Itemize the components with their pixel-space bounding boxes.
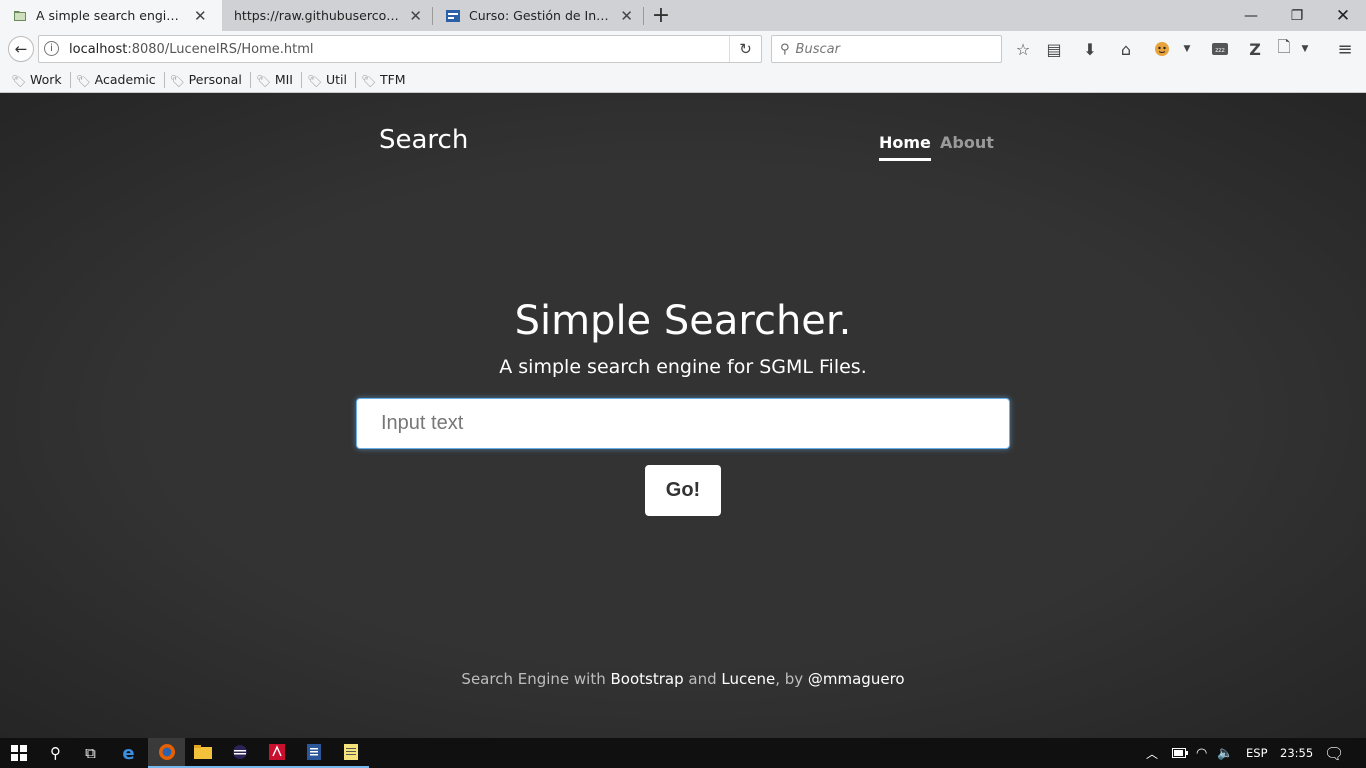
tab-search-engine[interactable]: A simple search engine with ✕ <box>0 0 222 31</box>
word-icon[interactable] <box>295 738 332 768</box>
bookmark-mii[interactable]: 🏷 MII <box>253 70 299 90</box>
page-heading: Simple Searcher. <box>514 298 852 344</box>
tab-title: Curso: Gestión de Informaci <box>469 8 612 23</box>
eclipse-icon[interactable] <box>221 738 258 768</box>
page-content: Search Home About Simple Searcher. A sim… <box>0 93 1366 738</box>
acrobat-icon[interactable] <box>258 738 295 768</box>
chevron-down-icon[interactable]: ▼ <box>1296 38 1314 60</box>
firefox-icon[interactable] <box>148 738 185 768</box>
search-placeholder: Buscar <box>795 41 840 57</box>
bookmark-academic[interactable]: 🏷 Academic <box>73 70 162 90</box>
file-explorer-icon[interactable] <box>184 738 221 768</box>
page-icon[interactable]: 🗋 <box>1272 37 1296 60</box>
tag-icon: 🏷 <box>75 73 91 88</box>
book-icon <box>12 8 28 24</box>
tag-icon: 🏷 <box>11 73 27 88</box>
tag-icon: 🏷 <box>169 73 185 88</box>
search-input[interactable]: Input text <box>356 398 1010 449</box>
author-link[interactable]: @mmaguero <box>808 670 905 688</box>
tab-curso[interactable]: Curso: Gestión de Informaci ✕ <box>433 0 643 31</box>
volume-icon[interactable]: 🔈 <box>1217 738 1233 768</box>
sleep-tab-icon[interactable]: zzz <box>1208 38 1232 60</box>
tray-chevron-up-icon[interactable]: ︿ <box>1146 738 1158 768</box>
minimize-button[interactable]: — <box>1228 0 1274 31</box>
bookmarks-toolbar: 🏷 Work 🏷 Academic 🏷 Personal 🏷 MII 🏷 Util 🏷 TF… <box>0 67 1366 93</box>
bookmark-work[interactable]: 🏷 Work <box>8 70 68 90</box>
info-icon[interactable]: i <box>44 41 59 56</box>
extension-face-icon[interactable] <box>1150 38 1174 60</box>
back-arrow-icon: ← <box>14 40 28 58</box>
search-bar[interactable]: ⚲ Buscar <box>771 35 1002 63</box>
zotero-icon[interactable]: Z <box>1243 38 1267 60</box>
site-brand[interactable]: Search <box>379 125 468 155</box>
new-tab-button[interactable]: + <box>644 0 678 31</box>
battery-icon[interactable] <box>1172 738 1188 768</box>
tag-icon: 🏷 <box>360 73 377 88</box>
edge-icon[interactable]: e <box>110 738 147 768</box>
search-icon: ⚲ <box>780 41 790 57</box>
moodle-icon <box>445 8 461 24</box>
nav-about-link[interactable]: About <box>940 133 994 152</box>
tab-strip: A simple search engine with ✕ https://ra… <box>0 0 1366 31</box>
tag-icon: 🏷 <box>255 73 272 88</box>
clock[interactable]: 23:55 <box>1280 738 1313 768</box>
taskbar: ⚲ ⧉ e ︿ ◠ 🔈 ESP 23:55 🗨 <box>0 738 1366 768</box>
reading-list-icon[interactable]: ▤ <box>1042 38 1066 60</box>
close-tab-icon[interactable]: ✕ <box>409 7 422 25</box>
wifi-icon[interactable]: ◠ <box>1196 738 1207 768</box>
hamburger-menu-icon[interactable]: ≡ <box>1333 38 1357 60</box>
notepad-icon[interactable] <box>332 738 369 768</box>
page-footer: Search Engine with Bootstrap and Lucene,… <box>461 670 905 688</box>
close-window-button[interactable]: ✕ <box>1320 0 1366 31</box>
bookmark-util[interactable]: 🏷 Util <box>304 70 353 90</box>
language-indicator[interactable]: ESP <box>1246 738 1268 768</box>
search-icon[interactable]: ⚲ <box>37 738 74 768</box>
url-bar[interactable]: i localhost:8080/LuceneIRS/Home.html ↻ <box>38 35 762 63</box>
chevron-down-icon[interactable]: ▼ <box>1178 38 1196 60</box>
download-icon[interactable]: ⬇ <box>1078 38 1102 60</box>
tag-icon: 🏷 <box>306 73 323 88</box>
reload-icon[interactable]: ↻ <box>729 36 761 62</box>
tab-github-raw[interactable]: https://raw.githubusercontent.c ✕ <box>222 0 432 31</box>
bookmark-personal[interactable]: 🏷 Personal <box>167 70 248 90</box>
home-icon[interactable]: ⌂ <box>1114 38 1138 60</box>
url-text: localhost:8080/LuceneIRS/Home.html <box>69 41 314 57</box>
tab-title: A simple search engine with <box>36 8 186 23</box>
page-subheading: A simple search engine for SGML Files. <box>499 356 867 378</box>
nav-home-link[interactable]: Home <box>879 133 931 161</box>
close-tab-icon[interactable]: ✕ <box>194 7 207 25</box>
bookmark-star-icon[interactable]: ☆ <box>1011 38 1035 60</box>
bootstrap-link[interactable]: Bootstrap <box>611 670 684 688</box>
notification-icon[interactable]: 🗨 <box>1324 738 1344 768</box>
search-input-placeholder: Input text <box>381 412 464 434</box>
restore-button[interactable]: ❐ <box>1274 0 1320 31</box>
task-view-icon[interactable]: ⧉ <box>72 738 109 768</box>
close-tab-icon[interactable]: ✕ <box>620 7 633 25</box>
svg-text:zzz: zzz <box>1215 47 1224 54</box>
back-button[interactable]: ← <box>8 36 34 62</box>
lucene-link[interactable]: Lucene <box>721 670 775 688</box>
bookmark-tfm[interactable]: 🏷 TFM <box>358 70 412 90</box>
go-button[interactable]: Go! <box>645 465 721 516</box>
tab-title: https://raw.githubusercontent.c <box>234 8 401 23</box>
windows-start-icon[interactable] <box>0 738 37 768</box>
